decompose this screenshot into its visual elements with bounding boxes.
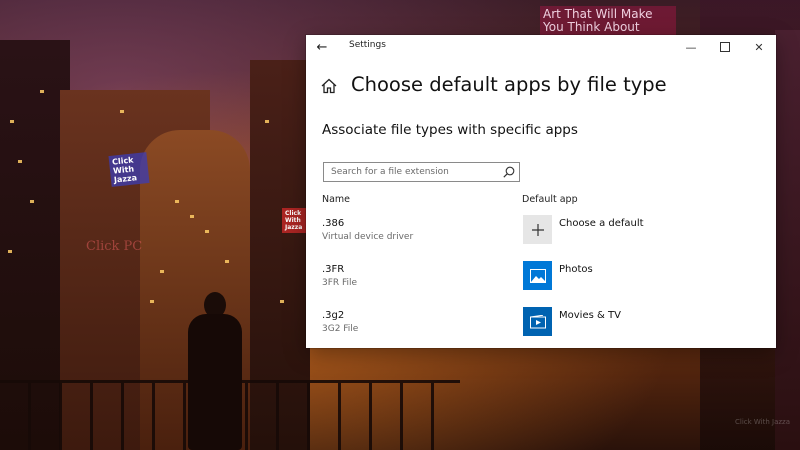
- search-icon[interactable]: [502, 165, 516, 179]
- building-sign: Click PC: [86, 239, 143, 254]
- default-app-button-movies-tv[interactable]: Movies & TV: [522, 307, 752, 339]
- choose-default-button[interactable]: Choose a default: [522, 215, 752, 247]
- photos-icon: [523, 261, 552, 290]
- building-silhouette: [775, 30, 800, 450]
- file-type-description: 3G2 File: [322, 324, 359, 334]
- file-extension: .3g2: [322, 310, 345, 321]
- app-name: Choose a default: [559, 218, 644, 229]
- list-item: .386 Virtual device driver Choose a defa…: [306, 215, 776, 264]
- watermark-logo: Click With Jazza: [735, 418, 791, 426]
- search-input[interactable]: [324, 163, 501, 181]
- maximize-button[interactable]: [708, 35, 742, 59]
- close-icon: ✕: [754, 40, 764, 54]
- column-header-default-app: Default app: [522, 194, 578, 205]
- plus-icon: [523, 215, 552, 244]
- settings-window: ← Settings — ✕ Choose default apps by fi…: [306, 35, 776, 348]
- file-type-description: 3FR File: [322, 278, 358, 288]
- movies-tv-icon: [523, 307, 552, 336]
- file-extension: .386: [322, 218, 345, 229]
- minimize-button[interactable]: —: [674, 35, 708, 59]
- page-title: Choose default apps by file type: [351, 73, 667, 96]
- app-name: Photos: [559, 264, 593, 275]
- maximize-icon: [720, 42, 730, 52]
- back-button[interactable]: ←: [312, 37, 332, 57]
- search-box[interactable]: [323, 162, 520, 182]
- section-heading: Associate file types with specific apps: [322, 122, 578, 138]
- app-title: Settings: [349, 40, 386, 50]
- app-name: Movies & TV: [559, 310, 621, 321]
- close-button[interactable]: ✕: [742, 35, 776, 59]
- home-icon[interactable]: [320, 77, 338, 95]
- column-header-name: Name: [322, 194, 351, 205]
- list-item: .3g2 3G2 File Movies & TV: [306, 307, 776, 348]
- default-app-button-photos[interactable]: Photos: [522, 261, 752, 293]
- back-arrow-icon: ←: [316, 39, 328, 55]
- title-bar[interactable]: ← Settings — ✕: [306, 35, 776, 59]
- file-type-description: Virtual device driver: [322, 232, 414, 242]
- neon-sign: Click With Jazza: [108, 152, 150, 187]
- list-item: .3FR 3FR File Photos: [306, 261, 776, 310]
- minimize-icon: —: [685, 40, 697, 54]
- railing: [0, 380, 460, 450]
- file-extension: .3FR: [322, 264, 345, 275]
